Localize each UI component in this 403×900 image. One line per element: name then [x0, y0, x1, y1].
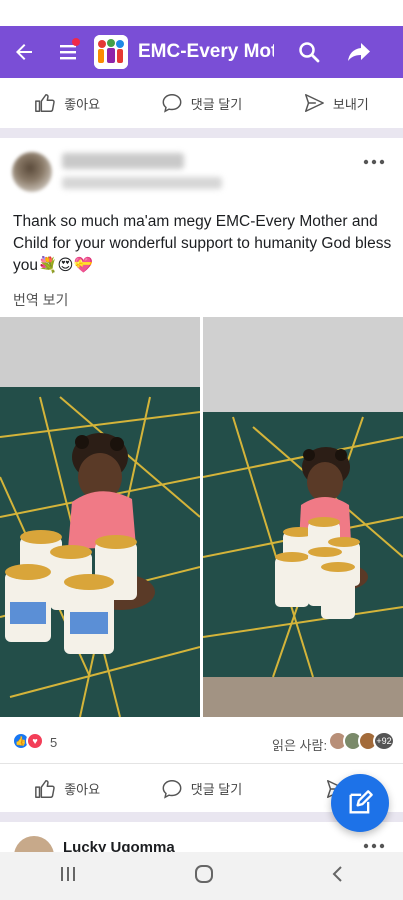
app-bar: EMC-Every Mot...	[0, 26, 403, 78]
see-translation-link[interactable]: 번역 보기	[13, 290, 68, 310]
more-icon	[363, 843, 385, 849]
love-reaction-icon: ♥	[26, 732, 44, 750]
reaction-icons: 👍 ♥	[12, 732, 44, 750]
next-more-options-button[interactable]	[363, 834, 385, 852]
like-label: 좋아요	[64, 96, 101, 112]
recent-apps-button[interactable]	[58, 865, 78, 888]
group-logo[interactable]	[94, 35, 128, 69]
photo-image-2	[203, 317, 403, 717]
next-author-avatar[interactable]	[14, 836, 54, 852]
group-logo-image	[94, 35, 128, 69]
seen-more-count: +92	[373, 731, 395, 751]
comment-button[interactable]: 댓글 달기	[134, 92, 268, 114]
seen-by-avatars[interactable]: +92	[328, 731, 395, 751]
post-text: Thank so much ma'am megy EMC-Every Mothe…	[13, 213, 392, 274]
home-button[interactable]	[193, 863, 215, 890]
back-arrow-icon	[16, 44, 32, 60]
post-photo-1[interactable]	[0, 317, 200, 717]
search-button[interactable]	[284, 40, 334, 64]
compose-post-button[interactable]	[331, 774, 389, 832]
system-nav-bar	[0, 852, 403, 900]
comment-icon	[162, 94, 182, 113]
post-meta-blurred	[62, 177, 222, 189]
post-divider	[0, 128, 403, 138]
back-button[interactable]	[0, 26, 48, 78]
send-label: 보내기	[332, 96, 369, 112]
author-avatar[interactable]	[12, 152, 52, 192]
reaction-count: 5	[50, 735, 58, 750]
notification-dot	[72, 38, 80, 46]
send-button[interactable]: 보내기	[269, 92, 403, 114]
group-title[interactable]: EMC-Every Mot...	[138, 41, 274, 63]
recent-apps-icon	[60, 866, 75, 881]
next-author-name[interactable]: Lucky Ugomma	[63, 839, 175, 852]
status-bar	[0, 0, 403, 26]
nav-back-icon	[332, 865, 342, 882]
menu-button[interactable]	[48, 26, 88, 78]
comment-label: 댓글 달기	[190, 96, 243, 112]
send-icon	[304, 94, 324, 112]
more-icon	[363, 159, 385, 165]
photo-image-1	[0, 317, 200, 717]
thumbs-up-icon	[35, 94, 55, 112]
post-header	[0, 140, 403, 205]
more-options-button[interactable]	[363, 150, 385, 173]
like-button[interactable]: 좋아요	[0, 778, 134, 800]
comment-button[interactable]: 댓글 달기	[134, 778, 268, 800]
nav-back-button[interactable]	[330, 864, 346, 889]
like-label: 좋아요	[64, 782, 101, 797]
author-name-blurred[interactable]	[62, 153, 184, 169]
like-button[interactable]: 좋아요	[0, 92, 134, 114]
top-action-row: 좋아요 댓글 달기 보내기	[0, 78, 403, 128]
share-icon	[348, 43, 370, 61]
thumbs-up-icon	[35, 779, 55, 798]
share-button[interactable]	[334, 40, 384, 64]
comment-icon	[162, 779, 182, 799]
home-icon	[194, 864, 213, 883]
edit-icon	[349, 790, 373, 814]
comment-label: 댓글 달기	[190, 782, 243, 797]
reactions-summary[interactable]: 👍 ♥ 5 읽은 사람: +92	[0, 728, 403, 756]
post-photo-2[interactable]	[203, 317, 403, 717]
search-icon	[299, 42, 320, 63]
seen-by-label: 읽은 사람:	[272, 738, 328, 753]
